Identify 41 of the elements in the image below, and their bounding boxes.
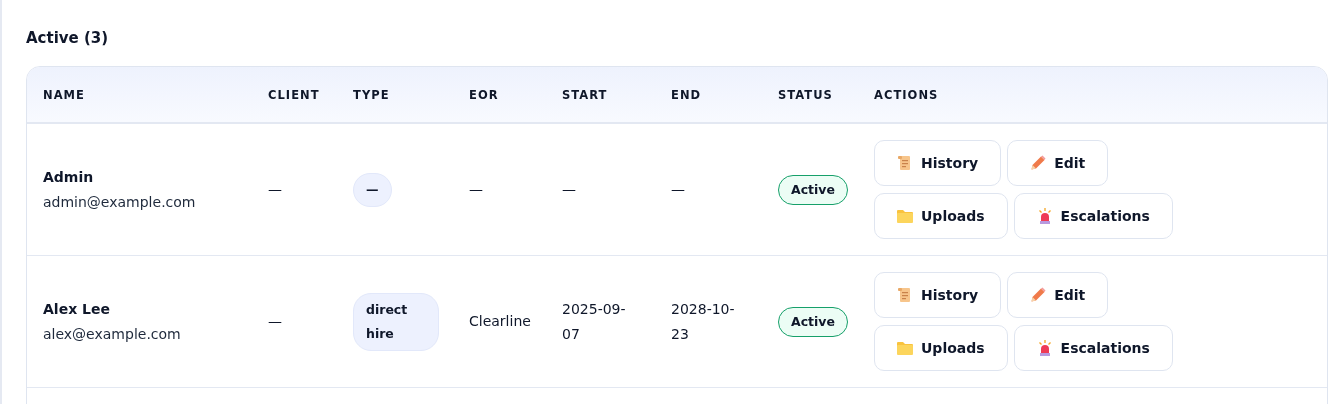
siren-icon — [1036, 340, 1053, 356]
column-header: START — [546, 67, 655, 123]
history-button[interactable]: History — [874, 140, 1002, 186]
column-header: TYPE — [337, 67, 453, 123]
type-tag: direct hire — [353, 292, 439, 351]
table-cell: — — [268, 181, 282, 197]
column-header: STATUS — [762, 67, 858, 123]
column-header: NAME — [27, 67, 252, 123]
table-cell-text: — — [671, 180, 685, 199]
user-email: alex@example.com — [43, 324, 182, 344]
type-tag: — — [353, 172, 392, 207]
user-email: admin@example.com — [43, 192, 197, 212]
user-name: Alex Lee — [43, 299, 111, 319]
siren-icon — [1036, 208, 1053, 224]
edit-button[interactable]: Edit — [1007, 272, 1109, 318]
folder-icon — [897, 209, 913, 223]
escalations-button[interactable]: Escalations — [1013, 193, 1173, 239]
table-cell: — — [268, 313, 282, 329]
uploads-button[interactable]: Uploads — [874, 193, 1008, 239]
pencil-icon — [1030, 155, 1047, 171]
status-badge: Active — [778, 174, 848, 205]
escalations-button[interactable]: Escalations — [1013, 325, 1173, 371]
user-name: Admin — [43, 167, 95, 187]
status-badge: Active — [778, 306, 848, 337]
column-header: CLIENT — [252, 67, 337, 123]
history-button[interactable]: History — [874, 272, 1002, 318]
column-header: END — [655, 67, 762, 123]
table-cell-text: 2025-09-07 — [562, 299, 627, 344]
scroll-icon — [897, 155, 913, 171]
table-cell-text: 2028-10-23 — [671, 299, 736, 344]
column-header: EOR — [453, 67, 546, 123]
scroll-icon — [897, 287, 913, 303]
pencil-icon — [1030, 287, 1047, 303]
column-header: ACTIONS — [858, 67, 1327, 123]
table-cell-text: — — [562, 180, 576, 199]
uploads-button[interactable]: Uploads — [874, 325, 1008, 371]
table-cell: Clearline — [469, 313, 531, 329]
section-title: Active (3) — [26, 28, 110, 48]
folder-icon — [897, 341, 913, 355]
edit-button[interactable]: Edit — [1007, 140, 1109, 186]
table-cell: — — [469, 181, 483, 197]
